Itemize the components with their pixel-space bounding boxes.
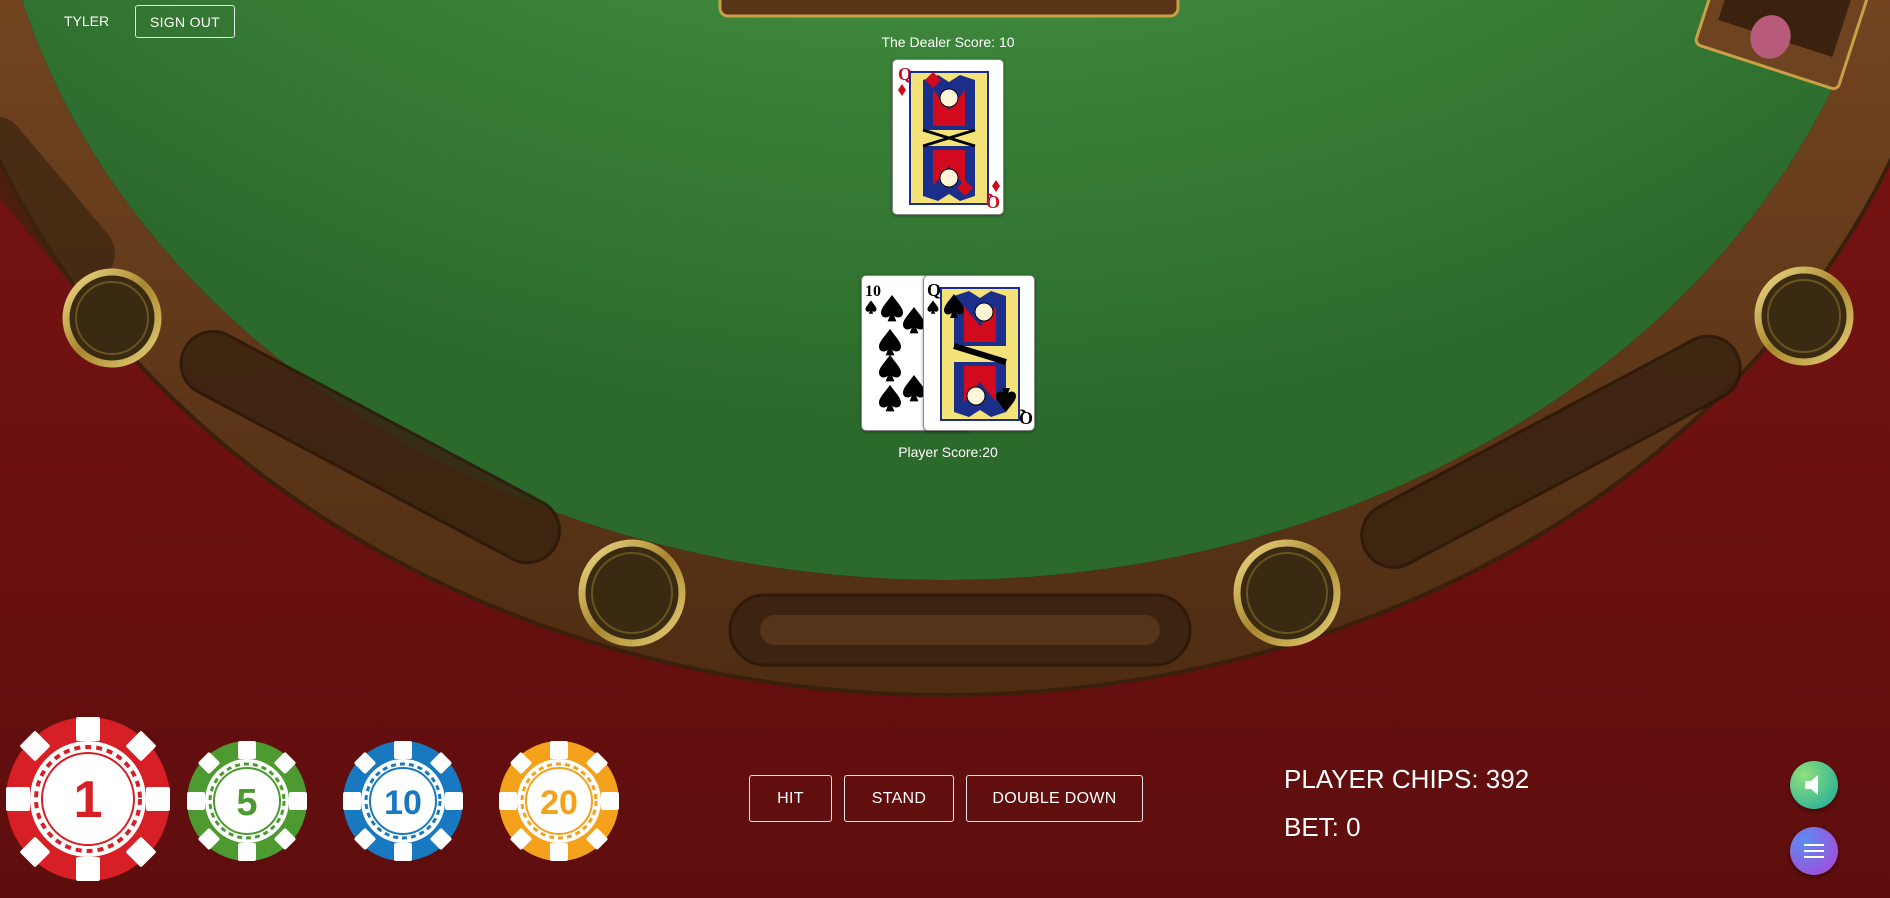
player-score: Player Score:20 bbox=[898, 444, 998, 460]
sign-out-button[interactable]: SIGN OUT bbox=[135, 5, 235, 38]
chip-10-value: 10 bbox=[384, 784, 422, 822]
player-card-queen-of-spades: Q Q bbox=[923, 275, 1035, 431]
chip-1-value: 1 bbox=[74, 771, 103, 829]
speaker-icon bbox=[1805, 775, 1818, 795]
svg-text:10: 10 bbox=[865, 283, 881, 300]
hamburger-menu-icon bbox=[1804, 844, 1824, 858]
chip-5[interactable]: 5 bbox=[186, 740, 308, 862]
queen-of-diamonds-face: Q Q bbox=[898, 64, 1000, 212]
chip-20[interactable]: 20 bbox=[498, 740, 620, 862]
chip-5-value: 5 bbox=[236, 782, 257, 824]
dealer-score: The Dealer Score: 10 bbox=[881, 34, 1015, 50]
queen-of-spades-face: Q Q bbox=[927, 280, 1033, 428]
svg-text:Q: Q bbox=[1019, 408, 1033, 428]
chip-1[interactable]: 1 bbox=[4, 715, 172, 883]
hit-button[interactable]: HIT bbox=[749, 775, 832, 822]
double-down-button[interactable]: DOUBLE DOWN bbox=[966, 775, 1143, 822]
chip-10[interactable]: 10 bbox=[342, 740, 464, 862]
stand-button[interactable]: STAND bbox=[844, 775, 954, 822]
user-name: TYLER bbox=[64, 13, 110, 29]
dealer-card-queen-of-diamonds: Q Q bbox=[892, 59, 1004, 215]
menu-button[interactable] bbox=[1790, 827, 1838, 875]
svg-text:Q: Q bbox=[927, 280, 941, 300]
svg-text:Q: Q bbox=[986, 192, 1000, 212]
bet-amount: BET: 0 bbox=[1284, 812, 1361, 842]
chip-20-value: 20 bbox=[540, 784, 578, 822]
blackjack-table: TYLER SIGN OUT The Dealer Score: 10 Q Q … bbox=[0, 0, 1890, 898]
player-chips: PLAYER CHIPS: 392 bbox=[1284, 764, 1530, 794]
sound-toggle-button[interactable] bbox=[1790, 761, 1838, 809]
